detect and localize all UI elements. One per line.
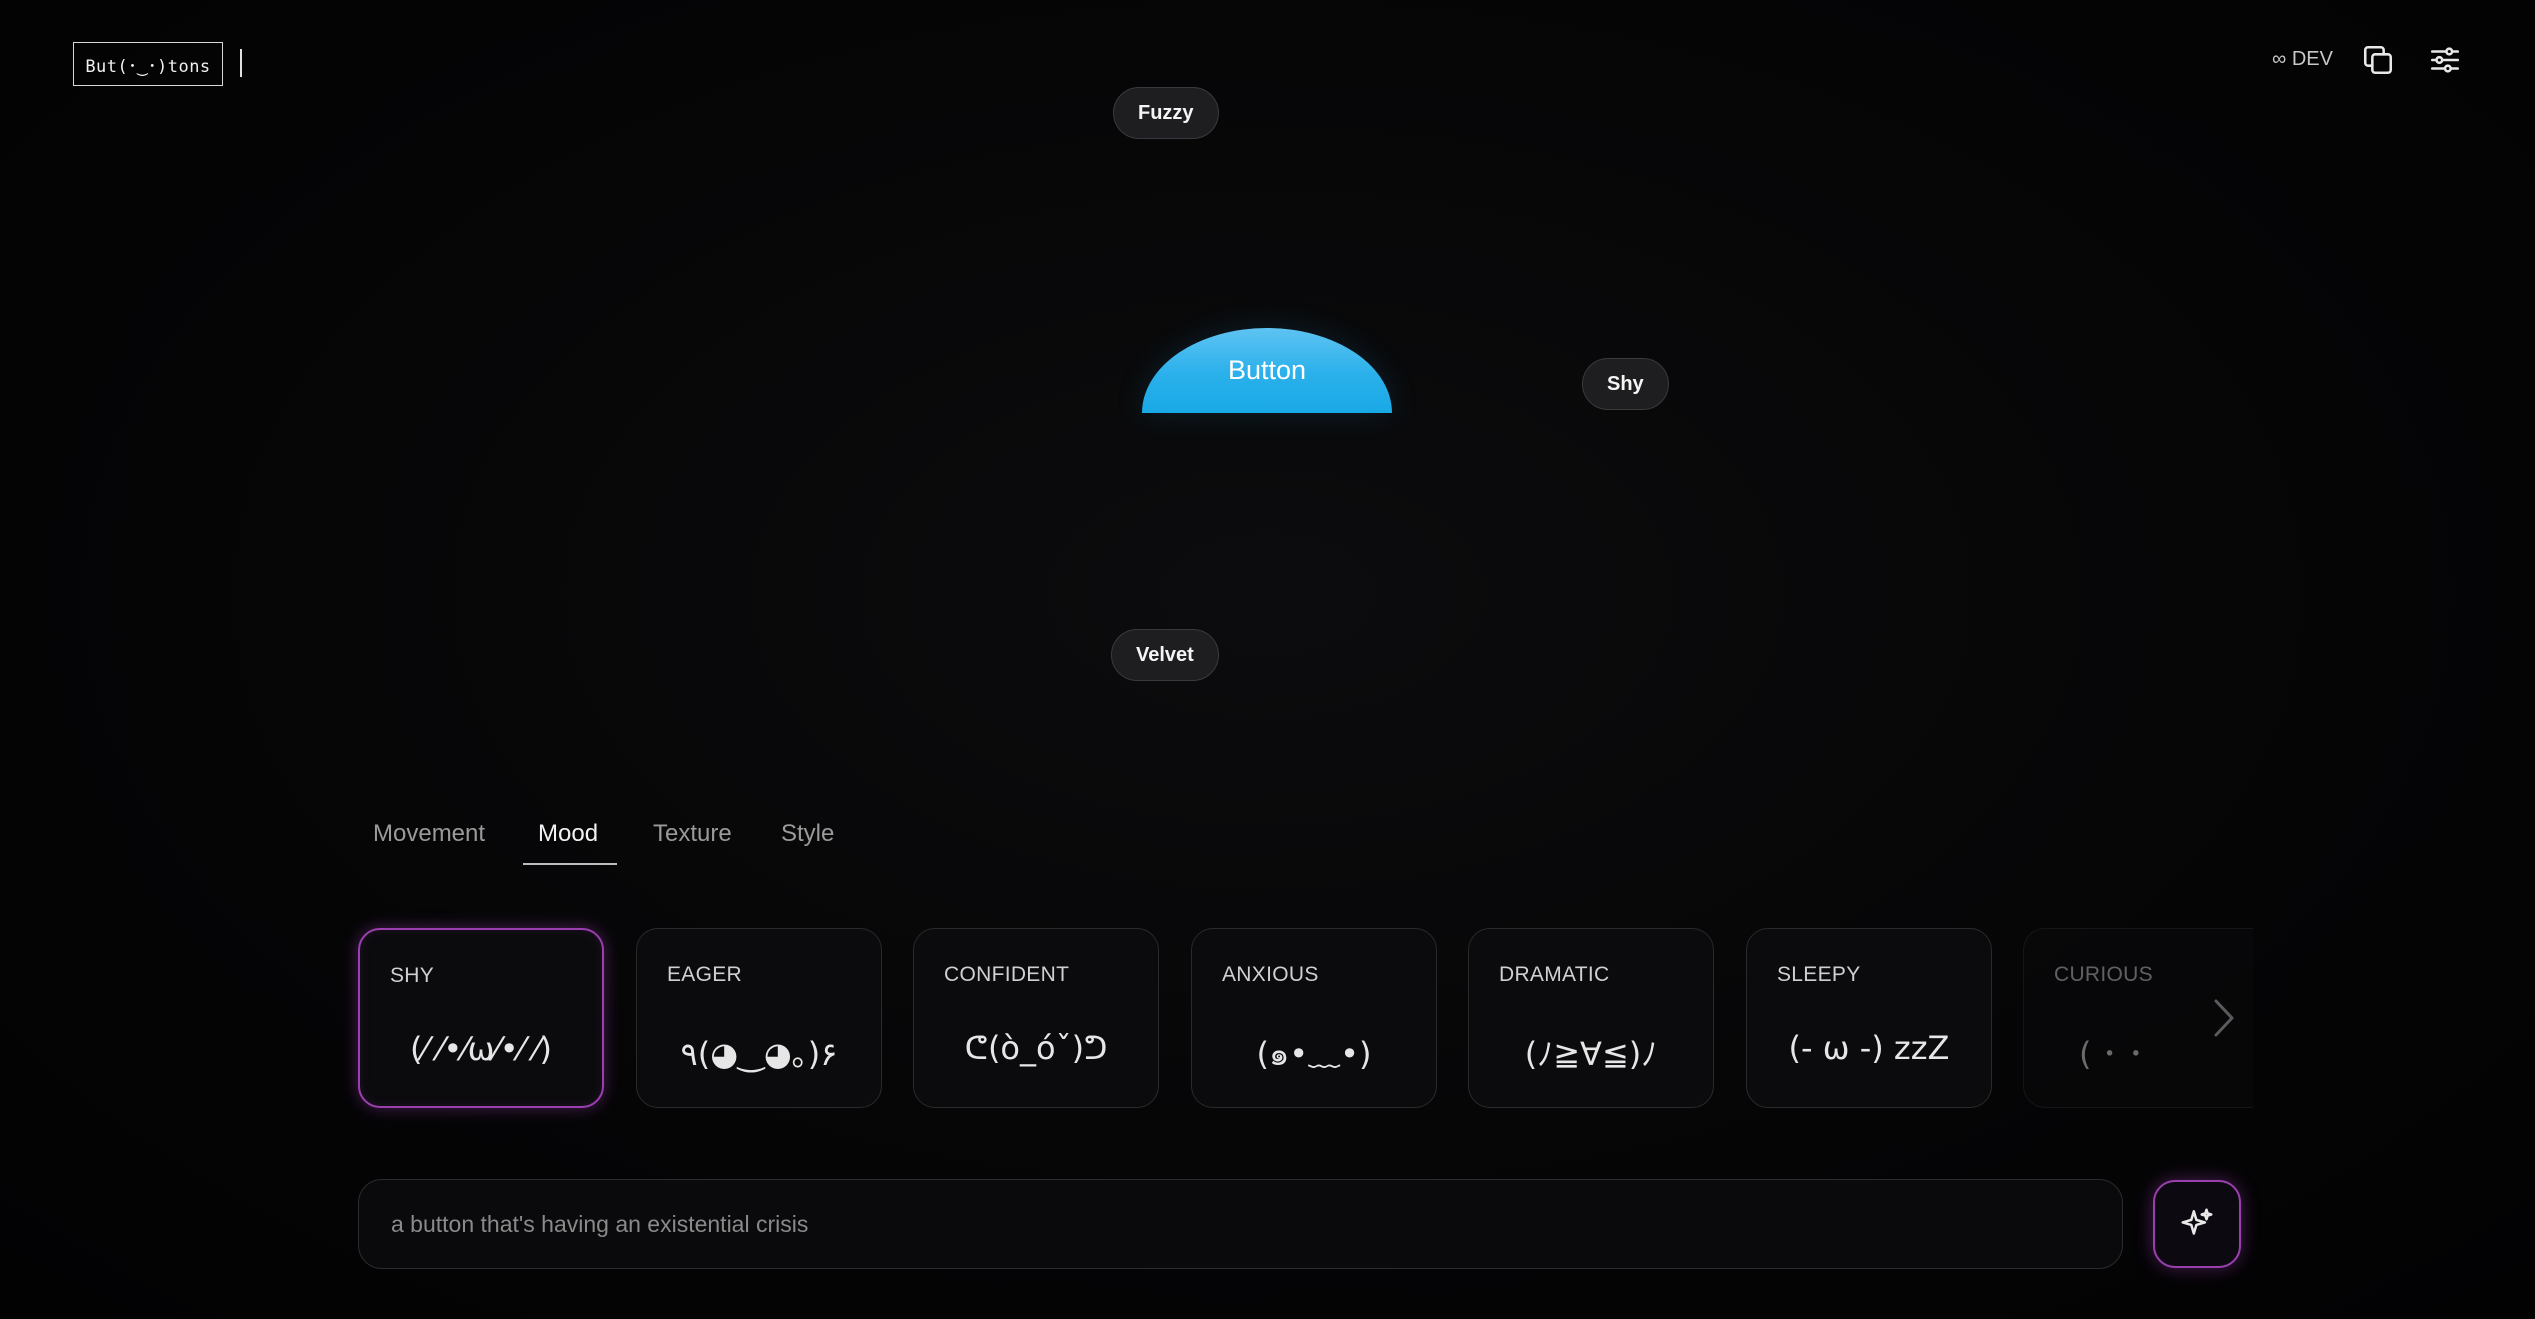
dev-badge: ∞ DEV (2272, 48, 2333, 70)
mood-card-kaomoji: ᕦ(ò_óˇ)ᕤ (964, 1029, 1108, 1067)
mood-card-sleepy[interactable]: SLEEPY (- ω -) zzZ (1746, 928, 1992, 1108)
text-cursor (240, 49, 242, 77)
mood-card-anxious[interactable]: ANXIOUS (๑•﹏•) (1191, 928, 1437, 1108)
mood-card-kaomoji: ٩(◕‿◕｡)۶ (680, 1035, 838, 1073)
mood-card-confident[interactable]: CONFIDENT ᕦ(ò_óˇ)ᕤ (913, 928, 1159, 1108)
mood-card-dramatic[interactable]: DRAMATIC (ﾉ≧∀≦)ﾉ (1468, 928, 1714, 1108)
mood-card-label: SHY (390, 964, 435, 987)
mood-card-label: ANXIOUS (1222, 963, 1319, 986)
settings-button[interactable] (2422, 38, 2468, 82)
mood-card-shy[interactable]: SHY (⁄ ⁄•⁄ω⁄•⁄ ⁄) (358, 928, 604, 1108)
logo[interactable]: But(･‿･)tons (73, 42, 223, 86)
mood-card-kaomoji: (⁄ ⁄•⁄ω⁄•⁄ ⁄) (410, 1030, 552, 1068)
tab-movement[interactable]: Movement (373, 820, 485, 848)
chip-velvet[interactable]: Velvet (1111, 629, 1219, 681)
tab-mood[interactable]: Mood (538, 820, 598, 848)
chip-shy[interactable]: Shy (1582, 358, 1669, 410)
prompt-input[interactable] (389, 1209, 2122, 1239)
mood-card-label: DRAMATIC (1499, 963, 1610, 986)
tab-texture[interactable]: Texture (653, 820, 732, 848)
prompt-field[interactable] (358, 1179, 2123, 1269)
chip-fuzzy[interactable]: Fuzzy (1113, 87, 1219, 139)
active-tab-indicator (523, 863, 617, 865)
mood-card-label: EAGER (667, 963, 743, 986)
sparkle-icon (2181, 1208, 2213, 1235)
carousel-next-button[interactable] (2208, 993, 2238, 1043)
mood-card-label: CURIOUS (2054, 963, 2153, 986)
mood-card-label: CONFIDENT (944, 963, 1070, 986)
sliders-icon (2430, 47, 2460, 73)
mood-card-eager[interactable]: EAGER ٩(◕‿◕｡)۶ (636, 928, 882, 1108)
generate-button[interactable] (2153, 1180, 2241, 1268)
mood-card-kaomoji: (- ω -) zzZ (1788, 1029, 1950, 1067)
copy-icon (2363, 45, 2393, 75)
mood-card-kaomoji: (๑•﹏•) (1256, 1035, 1372, 1073)
chevron-right-icon (2214, 999, 2234, 1037)
tab-style[interactable]: Style (781, 820, 834, 848)
preview-button[interactable]: Button (1142, 328, 1392, 413)
mood-card-label: SLEEPY (1777, 963, 1861, 986)
mood-card-kaomoji: (ﾉ≧∀≦)ﾉ (1524, 1035, 1658, 1073)
copy-button[interactable] (2355, 38, 2401, 82)
